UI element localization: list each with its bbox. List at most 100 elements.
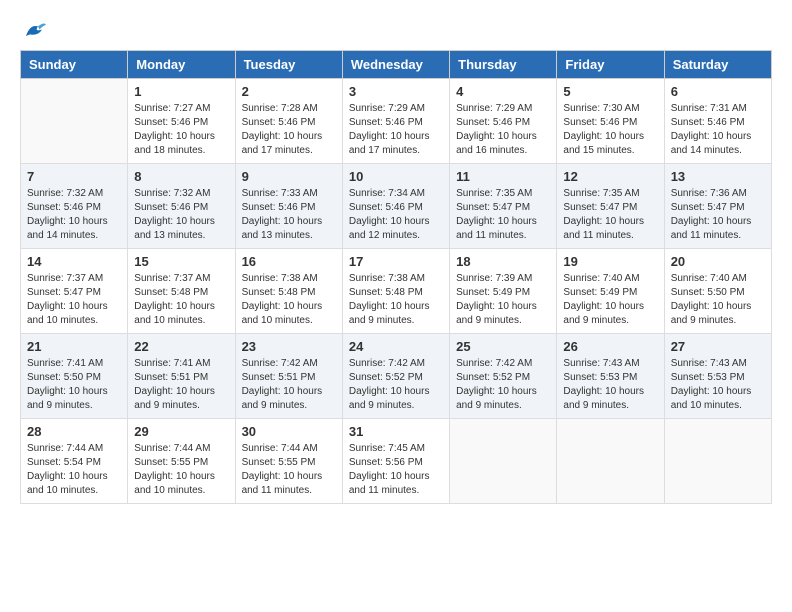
calendar-day-cell: 22Sunrise: 7:41 AMSunset: 5:51 PMDayligh… — [128, 334, 235, 419]
day-info: Sunrise: 7:30 AMSunset: 5:46 PMDaylight:… — [563, 102, 657, 158]
day-info: Sunrise: 7:44 AMSunset: 5:54 PMDaylight:… — [27, 442, 121, 498]
calendar-header-row: SundayMondayTuesdayWednesdayThursdayFrid… — [21, 51, 772, 79]
calendar-day-cell — [664, 419, 771, 504]
day-number: 16 — [242, 254, 336, 269]
calendar-day-cell: 21 Sunrise: 7:41 AMSunset: 5:50 PMDayligh… — [21, 334, 128, 419]
day-number: 11 — [456, 169, 550, 184]
day-info: Sunrise: 7:31 AMSunset: 5:46 PMDaylight:… — [671, 102, 765, 158]
day-number: 2 — [242, 84, 336, 99]
calendar-day-cell — [557, 419, 664, 504]
calendar-week-row: 7Sunrise: 7:32 AMSunset: 5:46 PMDaylight… — [21, 164, 772, 249]
day-info: Sunrise: 7:32 AMSunset: 5:46 PMDaylight:… — [27, 187, 121, 243]
day-number: 6 — [671, 84, 765, 99]
day-info: Sunrise: 7:40 AMSunset: 5:50 PMDaylight:… — [671, 272, 765, 328]
calendar-day-cell: 24Sunrise: 7:42 AMSunset: 5:52 PMDayligh… — [342, 334, 449, 419]
calendar-header-sunday: Sunday — [21, 51, 128, 79]
day-number: 28 — [27, 424, 121, 439]
day-info: Sunrise: 7:37 AMSunset: 5:48 PMDaylight:… — [134, 272, 228, 328]
day-number: 15 — [134, 254, 228, 269]
day-info: Sunrise: 7:44 AMSunset: 5:55 PMDaylight:… — [242, 442, 336, 498]
calendar-day-cell: 16 Sunrise: 7:38 AMSunset: 5:48 PMDayligh… — [235, 249, 342, 334]
day-number: 17 — [349, 254, 443, 269]
day-info: Sunrise: 7:43 AMSunset: 5:53 PMDaylight:… — [563, 357, 657, 413]
calendar-day-cell: 3 Sunrise: 7:29 AMSunset: 5:46 PMDaylight… — [342, 79, 449, 164]
day-number: 4 — [456, 84, 550, 99]
day-number: 23 — [242, 339, 336, 354]
day-info: Sunrise: 7:32 AMSunset: 5:46 PMDaylight:… — [134, 187, 228, 243]
day-info: Sunrise: 7:34 AMSunset: 5:46 PMDaylight:… — [349, 187, 443, 243]
calendar-day-cell: 8 Sunrise: 7:32 AMSunset: 5:46 PMDaylight… — [128, 164, 235, 249]
calendar-day-cell: 7Sunrise: 7:32 AMSunset: 5:46 PMDaylight… — [21, 164, 128, 249]
calendar-day-cell: 17 Sunrise: 7:38 AMSunset: 5:48 PMDayligh… — [342, 249, 449, 334]
day-info: Sunrise: 7:35 AMSunset: 5:47 PMDaylight:… — [456, 187, 550, 243]
day-number: 26 — [563, 339, 657, 354]
day-info: Sunrise: 7:41 AMSunset: 5:50 PMDaylight:… — [27, 357, 121, 413]
calendar-header-thursday: Thursday — [450, 51, 557, 79]
calendar-header-wednesday: Wednesday — [342, 51, 449, 79]
calendar-header-tuesday: Tuesday — [235, 51, 342, 79]
day-number: 10 — [349, 169, 443, 184]
calendar-day-cell: 29Sunrise: 7:44 AMSunset: 5:55 PMDayligh… — [128, 419, 235, 504]
day-info: Sunrise: 7:28 AMSunset: 5:46 PMDaylight:… — [242, 102, 336, 158]
calendar-header-monday: Monday — [128, 51, 235, 79]
day-number: 21 — [27, 339, 121, 354]
logo — [20, 20, 46, 40]
day-info: Sunrise: 7:33 AMSunset: 5:46 PMDaylight:… — [242, 187, 336, 243]
day-info: Sunrise: 7:27 AMSunset: 5:46 PMDaylight:… — [134, 102, 228, 158]
calendar-week-row: 14Sunrise: 7:37 AMSunset: 5:47 PMDayligh… — [21, 249, 772, 334]
calendar-day-cell: 2 Sunrise: 7:28 AMSunset: 5:46 PMDaylight… — [235, 79, 342, 164]
day-info: Sunrise: 7:42 AMSunset: 5:52 PMDaylight:… — [456, 357, 550, 413]
day-info: Sunrise: 7:38 AMSunset: 5:48 PMDaylight:… — [349, 272, 443, 328]
calendar-table: SundayMondayTuesdayWednesdayThursdayFrid… — [20, 50, 772, 504]
calendar-week-row: 21 Sunrise: 7:41 AMSunset: 5:50 PMDayligh… — [21, 334, 772, 419]
day-info: Sunrise: 7:37 AMSunset: 5:47 PMDaylight:… — [27, 272, 121, 328]
day-info: Sunrise: 7:35 AMSunset: 5:47 PMDaylight:… — [563, 187, 657, 243]
calendar-day-cell: 14Sunrise: 7:37 AMSunset: 5:47 PMDayligh… — [21, 249, 128, 334]
calendar-day-cell: 23 Sunrise: 7:42 AMSunset: 5:51 PMDayligh… — [235, 334, 342, 419]
calendar-day-cell: 26 Sunrise: 7:43 AMSunset: 5:53 PMDayligh… — [557, 334, 664, 419]
calendar-day-cell: 11 Sunrise: 7:35 AMSunset: 5:47 PMDayligh… — [450, 164, 557, 249]
day-number: 22 — [134, 339, 228, 354]
day-info: Sunrise: 7:38 AMSunset: 5:48 PMDaylight:… — [242, 272, 336, 328]
day-number: 12 — [563, 169, 657, 184]
calendar-week-row: 28 Sunrise: 7:44 AMSunset: 5:54 PMDayligh… — [21, 419, 772, 504]
calendar-day-cell: 9 Sunrise: 7:33 AMSunset: 5:46 PMDaylight… — [235, 164, 342, 249]
calendar-header-saturday: Saturday — [664, 51, 771, 79]
calendar-day-cell: 15 Sunrise: 7:37 AMSunset: 5:48 PMDayligh… — [128, 249, 235, 334]
calendar-day-cell: 27 Sunrise: 7:43 AMSunset: 5:53 PMDayligh… — [664, 334, 771, 419]
calendar-day-cell: 13 Sunrise: 7:36 AMSunset: 5:47 PMDayligh… — [664, 164, 771, 249]
calendar-day-cell: 4Sunrise: 7:29 AMSunset: 5:46 PMDaylight… — [450, 79, 557, 164]
calendar-day-cell: 19 Sunrise: 7:40 AMSunset: 5:49 PMDayligh… — [557, 249, 664, 334]
day-info: Sunrise: 7:36 AMSunset: 5:47 PMDaylight:… — [671, 187, 765, 243]
day-number: 25 — [456, 339, 550, 354]
day-number: 19 — [563, 254, 657, 269]
calendar-header-friday: Friday — [557, 51, 664, 79]
calendar-day-cell: 10 Sunrise: 7:34 AMSunset: 5:46 PMDayligh… — [342, 164, 449, 249]
day-info: Sunrise: 7:29 AMSunset: 5:46 PMDaylight:… — [349, 102, 443, 158]
day-number: 8 — [134, 169, 228, 184]
page-header — [20, 20, 772, 40]
day-number: 31 — [349, 424, 443, 439]
day-info: Sunrise: 7:43 AMSunset: 5:53 PMDaylight:… — [671, 357, 765, 413]
day-number: 24 — [349, 339, 443, 354]
calendar-day-cell: 31Sunrise: 7:45 AMSunset: 5:56 PMDayligh… — [342, 419, 449, 504]
day-info: Sunrise: 7:42 AMSunset: 5:51 PMDaylight:… — [242, 357, 336, 413]
calendar-day-cell — [21, 79, 128, 164]
calendar-day-cell — [450, 419, 557, 504]
day-number: 18 — [456, 254, 550, 269]
calendar-day-cell: 30 Sunrise: 7:44 AMSunset: 5:55 PMDayligh… — [235, 419, 342, 504]
day-number: 13 — [671, 169, 765, 184]
day-number: 30 — [242, 424, 336, 439]
day-number: 27 — [671, 339, 765, 354]
day-number: 9 — [242, 169, 336, 184]
day-info: Sunrise: 7:40 AMSunset: 5:49 PMDaylight:… — [563, 272, 657, 328]
calendar-day-cell: 28 Sunrise: 7:44 AMSunset: 5:54 PMDayligh… — [21, 419, 128, 504]
day-number: 5 — [563, 84, 657, 99]
day-number: 3 — [349, 84, 443, 99]
calendar-day-cell: 5 Sunrise: 7:30 AMSunset: 5:46 PMDaylight… — [557, 79, 664, 164]
calendar-day-cell: 12 Sunrise: 7:35 AMSunset: 5:47 PMDayligh… — [557, 164, 664, 249]
calendar-day-cell: 20Sunrise: 7:40 AMSunset: 5:50 PMDayligh… — [664, 249, 771, 334]
calendar-day-cell: 25 Sunrise: 7:42 AMSunset: 5:52 PMDayligh… — [450, 334, 557, 419]
logo-bird-icon — [22, 20, 46, 40]
calendar-day-cell: 18Sunrise: 7:39 AMSunset: 5:49 PMDayligh… — [450, 249, 557, 334]
